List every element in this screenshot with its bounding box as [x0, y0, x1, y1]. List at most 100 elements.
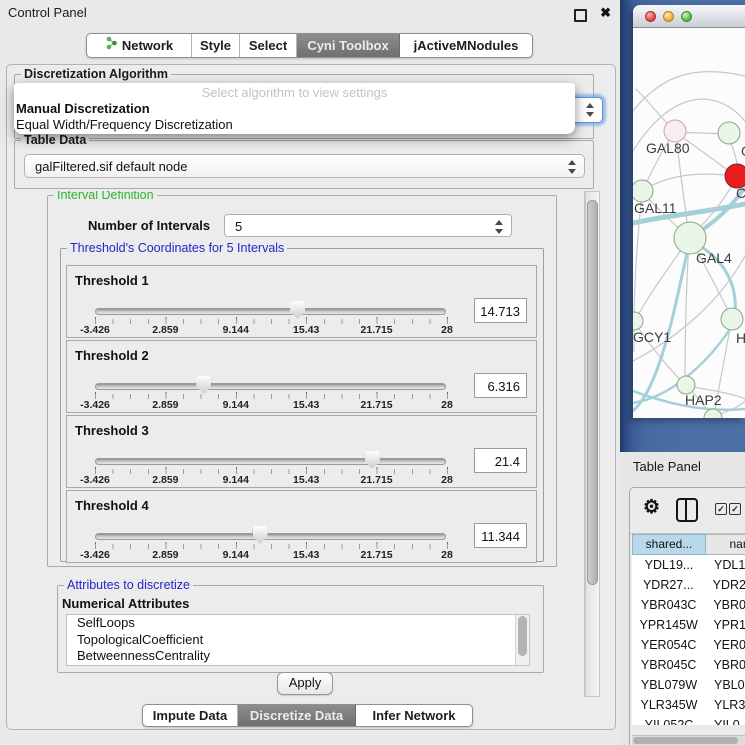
group-title: Interval Definition — [54, 191, 157, 203]
column-header-shared-name[interactable]: shared... — [632, 534, 706, 555]
network-node-green[interactable] — [633, 180, 653, 202]
node-label: GAL11 — [634, 200, 677, 216]
table-row[interactable]: YDL19...YDL1 — [632, 555, 745, 575]
checkbox-icon[interactable]: ✓ — [715, 503, 727, 515]
table-row[interactable]: YDR27...YDR2 — [632, 575, 745, 595]
float-panel-icon[interactable] — [574, 9, 587, 22]
network-window-titlebar[interactable] — [633, 5, 745, 28]
threshold-value-field[interactable]: 6.316 — [474, 373, 527, 398]
attributes-list-scrollbar[interactable] — [515, 615, 529, 665]
table-row[interactable]: YBR045CYBR0 — [632, 655, 745, 675]
intervals-value: 5 — [235, 219, 242, 234]
zoom-window-icon[interactable] — [681, 11, 692, 22]
table-row[interactable]: YPR145WYPR1 — [632, 615, 745, 635]
cell-shared-name: YBR043C — [632, 595, 705, 615]
threshold-value-field[interactable]: 21.4 — [474, 448, 527, 473]
tick-label: 2.859 — [152, 324, 178, 336]
main-vertical-scrollbar[interactable] — [585, 191, 600, 697]
tick-label: 9.144 — [223, 549, 249, 561]
network-edge[interactable] — [633, 72, 745, 111]
table-data-combobox[interactable]: galFiltered.sif default node — [24, 154, 585, 178]
attribute-item[interactable]: BetweennessCentrality — [67, 648, 529, 665]
checkbox-icon[interactable]: ✓ — [729, 503, 741, 515]
tick-label: 9.144 — [223, 324, 249, 336]
scrollbar-thumb[interactable] — [633, 737, 738, 744]
tick-label: 28 — [441, 549, 453, 561]
tick-labels: -3.4262.8599.14415.4321.71528 — [95, 549, 447, 561]
network-canvas[interactable]: GAL80GCGAL11GAL4GCY1HHAP2 — [633, 28, 745, 418]
threshold-label: Threshold 3 — [75, 423, 149, 438]
tick-label: -3.426 — [80, 324, 110, 336]
network-icon — [105, 34, 118, 57]
tick-labels: -3.4262.8599.14415.4321.71528 — [95, 399, 447, 411]
node-label: C — [736, 185, 745, 201]
network-node-green[interactable] — [721, 308, 743, 330]
tick-label: 2.859 — [152, 474, 178, 486]
cell-shared-name: YDL19... — [632, 555, 706, 575]
network-node-pink[interactable] — [664, 120, 686, 142]
columns-icon[interactable] — [676, 498, 698, 522]
slider-track[interactable] — [95, 458, 446, 465]
gear-icon[interactable]: ⚙ — [643, 497, 660, 519]
tab-network[interactable]: Network — [87, 34, 192, 57]
dropdown-hint: Select algorithm to view settings — [14, 83, 575, 101]
attributes-group: Attributes to discretize Numerical Attri… — [57, 585, 544, 673]
group-title: Attributes to discretize — [64, 578, 193, 593]
tick-label: 28 — [441, 399, 453, 411]
dropdown-option-manual-discretization[interactable]: Manual Discretization — [14, 101, 575, 117]
interval-definition-group: Interval Definition Number of Intervals … — [47, 195, 557, 567]
network-edge[interactable] — [643, 174, 735, 190]
table-body: YDL19...YDL1YDR27...YDR2YBR043CYBR0YPR14… — [632, 555, 745, 725]
numerical-attributes-list[interactable]: SelfLoopsTopologicalCoefficientBetweenne… — [66, 614, 530, 666]
scrollbar-thumb[interactable] — [587, 200, 598, 585]
tab-discretize-data[interactable]: Discretize Data — [238, 705, 356, 726]
table-row[interactable]: YLR345WYLR3 — [632, 695, 745, 715]
algorithm-dropdown-popup: Select algorithm to view settings Manual… — [14, 83, 575, 134]
table-row[interactable]: YER054CYER0 — [632, 635, 745, 655]
apply-button[interactable]: Apply — [277, 672, 333, 695]
node-label: G — [741, 143, 745, 159]
threshold-value-field[interactable]: 14.713 — [474, 298, 527, 323]
cyni-mode-tab-bar: Impute Data Discretize Data Infer Networ… — [142, 704, 473, 727]
tick-label: 2.859 — [152, 549, 178, 561]
tick-label: -3.426 — [80, 474, 110, 486]
table-horizontal-scrollbar[interactable] — [632, 735, 745, 745]
dropdown-option-equal-width[interactable]: Equal Width/Frequency Discretization — [14, 117, 575, 133]
network-node-green[interactable] — [633, 312, 643, 330]
minimize-window-icon[interactable] — [663, 11, 674, 22]
slider-track[interactable] — [95, 383, 446, 390]
slider-track[interactable] — [95, 308, 446, 315]
network-view-window[interactable]: GAL80GCGAL11GAL4GCY1HHAP2 — [633, 5, 745, 418]
tab-cyni-toolbox[interactable]: Cyni Toolbox — [297, 34, 400, 57]
tick-label: 15.43 — [293, 549, 319, 561]
scrollbar-thumb[interactable] — [518, 616, 527, 656]
tab-style[interactable]: Style — [192, 34, 240, 57]
tab-infer-network[interactable]: Infer Network — [356, 705, 472, 726]
table-row[interactable]: YIL052CYIL0 — [632, 715, 745, 725]
table-data-group: Table Data galFiltered.sif default node — [14, 140, 594, 189]
cell-shared-name: YDR27... — [632, 575, 705, 595]
cyni-toolbox-panel: Discretization Algorithm Table Data galF… — [6, 64, 616, 730]
tab-jactivemnodules[interactable]: jActiveMNodules — [400, 34, 532, 57]
cell-name: YBL0 — [706, 675, 745, 695]
network-node-green[interactable] — [718, 122, 740, 144]
close-window-icon[interactable] — [645, 11, 656, 22]
table-row[interactable]: YBL079WYBL0 — [632, 675, 745, 695]
threshold-box: Threshold 2 -3.4262.8599.14415.4321.7152… — [66, 340, 537, 413]
tick-label: 2.859 — [152, 399, 178, 411]
attribute-item[interactable]: TopologicalCoefficient — [67, 632, 529, 649]
number-of-intervals-spinner[interactable]: 5 — [224, 214, 512, 237]
settings-viewport: Interval Definition Number of Intervals … — [14, 191, 585, 697]
threshold-value-field[interactable]: 11.344 — [474, 523, 527, 548]
close-icon[interactable]: ✖ — [600, 5, 611, 21]
tick-label: 15.43 — [293, 474, 319, 486]
column-header-name[interactable]: name — [706, 534, 745, 555]
tab-select[interactable]: Select — [240, 34, 297, 57]
tab-impute-data[interactable]: Impute Data — [143, 705, 238, 726]
tab-label: Cyni Toolbox — [307, 34, 388, 57]
slider-track[interactable] — [95, 533, 446, 540]
group-title: Threshold's Coordinates for 5 Intervals — [67, 241, 287, 256]
table-row[interactable]: YBR043CYBR0 — [632, 595, 745, 615]
attribute-item[interactable]: SelfLoops — [67, 615, 529, 632]
network-canvas-svg: GAL80GCGAL11GAL4GCY1HHAP2 — [633, 28, 745, 418]
